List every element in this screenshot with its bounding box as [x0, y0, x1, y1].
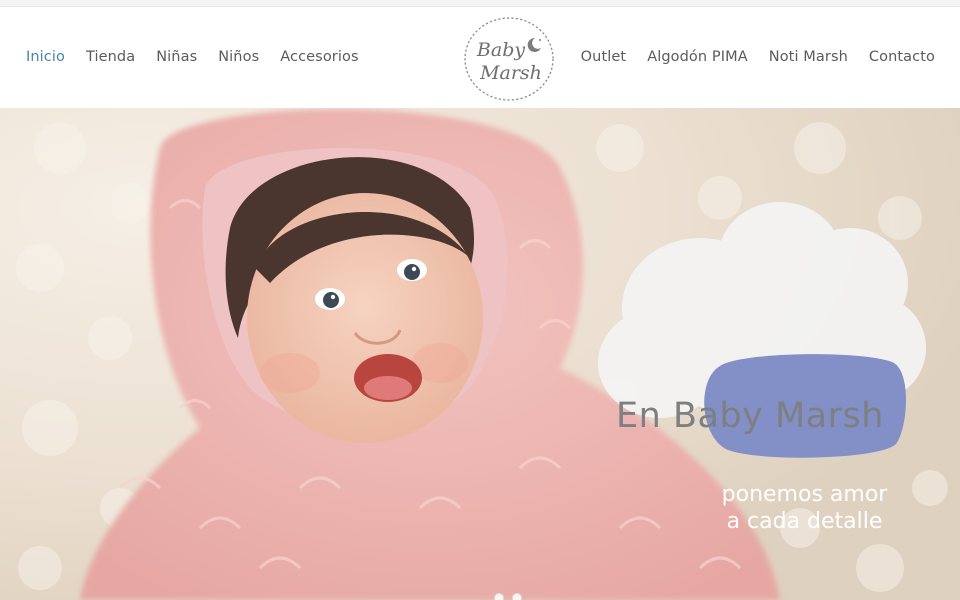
- slider-dot-1[interactable]: [494, 593, 504, 600]
- nav-ninos[interactable]: Niños: [218, 49, 259, 65]
- hero-subline-2: a cada detalle: [726, 509, 883, 534]
- nav-accesorios[interactable]: Accesorios: [280, 49, 358, 65]
- slider-dots: [494, 593, 522, 600]
- hero-subheadline: ponemos amor a cada detalle: [702, 481, 907, 535]
- hero-slider[interactable]: En Baby Marsh ponemos amor a cada detall…: [0, 108, 960, 600]
- logo-badge-icon: Baby Marsh: [464, 17, 554, 101]
- nav-tienda[interactable]: Tienda: [86, 49, 135, 65]
- nav-outlet[interactable]: Outlet: [581, 49, 627, 65]
- site-logo[interactable]: Baby Marsh: [463, 16, 555, 102]
- logo-line-2: Marsh: [479, 62, 542, 84]
- top-rule: [0, 0, 960, 7]
- site-header: Inicio Tienda Niñas Niños Accesorios Bab…: [0, 7, 960, 108]
- nav-noti-marsh[interactable]: Noti Marsh: [769, 49, 848, 65]
- primary-nav-left: Inicio Tienda Niñas Niños Accesorios: [26, 49, 359, 65]
- hero-headline: En Baby Marsh: [616, 396, 884, 436]
- logo-line-1: Baby: [476, 39, 525, 61]
- nav-algodon-pima[interactable]: Algodón PIMA: [647, 49, 748, 65]
- nav-ninas[interactable]: Niñas: [156, 49, 197, 65]
- nav-inicio[interactable]: Inicio: [26, 49, 65, 65]
- nav-contacto[interactable]: Contacto: [869, 49, 935, 65]
- slider-dot-2[interactable]: [512, 593, 522, 600]
- primary-nav-right: Outlet Algodón PIMA Noti Marsh Contacto: [581, 49, 935, 65]
- hero-subline-1: ponemos amor: [721, 482, 888, 507]
